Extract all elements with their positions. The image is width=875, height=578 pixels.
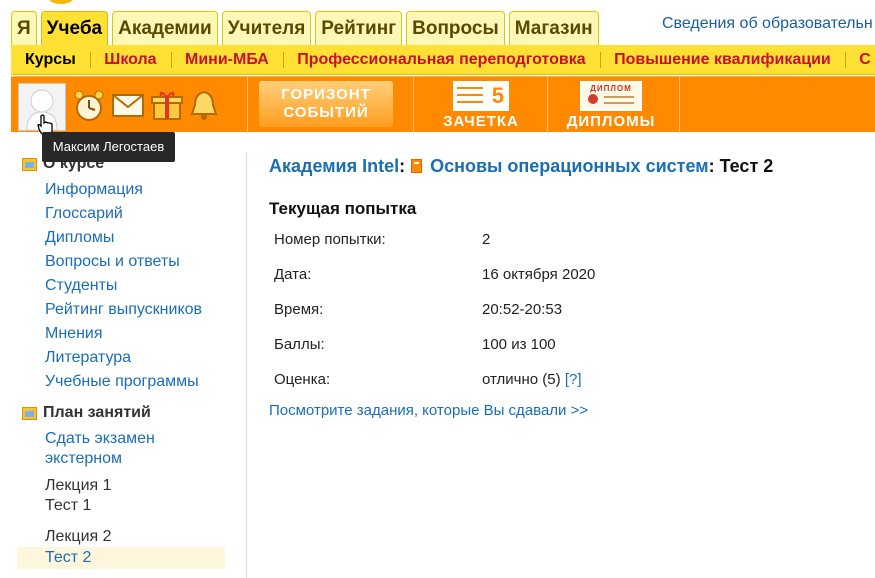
attempt-number-label: Номер попытки: bbox=[274, 231, 386, 248]
date-label: Дата: bbox=[274, 266, 312, 283]
sidebar-test-2-current[interactable]: Тест 2 bbox=[17, 547, 225, 569]
breadcrumb-current: Тест 2 bbox=[719, 156, 774, 176]
sidebar-lecture-1: Лекция 1 bbox=[45, 477, 112, 494]
subnav-more[interactable]: С bbox=[845, 45, 875, 74]
gift-icon[interactable] bbox=[151, 89, 183, 121]
breadcrumb-course[interactable]: Основы операционных систем bbox=[430, 156, 708, 176]
table-row: Время: 20:52-20:53 bbox=[269, 292, 600, 327]
user-toolbar: ГОРИЗОНТ СОБЫТИЙ 5 ЗАЧЕТКА ДИПЛОМ ДИПЛОМ… bbox=[11, 76, 875, 133]
score-label: Баллы: bbox=[274, 336, 325, 353]
tab-teachers[interactable]: Учителя bbox=[221, 11, 312, 45]
sidebar-link-diplomas[interactable]: Дипломы bbox=[45, 226, 227, 250]
grade-help-link[interactable]: [?] bbox=[565, 371, 582, 388]
sidebar-link-external-exam[interactable]: Сдать экзамен экстерном bbox=[45, 429, 195, 469]
top-tabs: Я Учеба Академии Учителя Рейтинг Вопросы… bbox=[11, 11, 603, 45]
envelope-icon[interactable] bbox=[111, 89, 145, 119]
diplomas-label: ДИПЛОМЫ bbox=[566, 113, 656, 130]
table-row: Баллы: 100 из 100 bbox=[269, 327, 600, 362]
subnav-mini-mba[interactable]: Мини-МБА bbox=[171, 45, 279, 74]
gradebook-icon: 5 bbox=[453, 81, 509, 111]
attempt-details-table: Номер попытки: 2 Дата: 16 октября 2020 В… bbox=[269, 222, 600, 397]
tab-questions[interactable]: Вопросы bbox=[406, 11, 505, 45]
subnav-qualification[interactable]: Повышение квалификации bbox=[600, 45, 841, 74]
tab-academies[interactable]: Академии bbox=[112, 11, 218, 45]
gradebook-banner[interactable]: 5 ЗАЧЕТКА bbox=[441, 81, 521, 131]
sub-navigation: Курсы Школа Мини-МБА Профессиональная пе… bbox=[11, 45, 875, 75]
sidebar-link-literature[interactable]: Литература bbox=[45, 346, 227, 370]
sidebar-link-information[interactable]: Информация bbox=[45, 178, 227, 202]
diploma-small-label: ДИПЛОМ bbox=[590, 84, 632, 93]
sidebar-lecture-2: Лекция 2 bbox=[45, 528, 112, 545]
sidebar-link-curricula[interactable]: Учебные программы bbox=[45, 370, 227, 394]
event-horizon-line2: СОБЫТИЙ bbox=[283, 104, 369, 121]
lesson-plan-heading: План занятий bbox=[17, 401, 227, 425]
time-label: Время: bbox=[274, 301, 324, 318]
toolbar-divider bbox=[679, 77, 680, 133]
toolbar-divider bbox=[547, 77, 548, 133]
sidebar-link-graduate-rating[interactable]: Рейтинг выпускников bbox=[45, 298, 227, 322]
sidebar-link-glossary[interactable]: Глоссарий bbox=[45, 202, 227, 226]
date-value: 16 октября 2020 bbox=[482, 266, 596, 283]
sidebar-link-opinions[interactable]: Мнения bbox=[45, 322, 227, 346]
column-divider bbox=[246, 152, 247, 578]
tab-rating[interactable]: Рейтинг bbox=[315, 11, 403, 45]
diplomas-banner[interactable]: ДИПЛОМ ДИПЛОМЫ bbox=[563, 81, 659, 131]
bell-icon[interactable] bbox=[189, 89, 219, 121]
breadcrumb-academy[interactable]: Академия Intel bbox=[269, 156, 399, 176]
attempt-heading: Текущая попытка bbox=[269, 199, 417, 218]
tab-ucheba[interactable]: Учеба bbox=[40, 11, 109, 45]
grade-cell: отлично (5) [?] bbox=[477, 362, 600, 397]
folder-icon bbox=[22, 406, 37, 420]
diploma-icon: ДИПЛОМ bbox=[580, 81, 642, 111]
toolbar-divider bbox=[247, 77, 248, 133]
attempt-number-value: 2 bbox=[482, 231, 491, 248]
user-name-tooltip: Максим Легостаев bbox=[42, 132, 175, 162]
time-value: 20:52-20:53 bbox=[482, 301, 563, 318]
logo bbox=[48, 0, 74, 4]
toolbar-divider bbox=[413, 77, 414, 133]
sidebar-test-1: Тест 1 bbox=[45, 497, 92, 514]
breadcrumb: Академия Intel: Основы операционных систе… bbox=[269, 156, 774, 176]
book-icon bbox=[411, 159, 423, 173]
education-info-link[interactable]: Сведения об образовательн bbox=[662, 15, 873, 33]
sidebar-link-faq[interactable]: Вопросы и ответы bbox=[45, 250, 227, 274]
tab-shop[interactable]: Магазин bbox=[508, 11, 599, 45]
tab-ya[interactable]: Я bbox=[11, 11, 37, 45]
event-horizon-line1: ГОРИЗОНТ bbox=[281, 86, 371, 103]
view-submitted-tasks-link[interactable]: Посмотрите задания, которые Вы сдавали >… bbox=[269, 402, 588, 419]
event-horizon-banner[interactable]: ГОРИЗОНТ СОБЫТИЙ bbox=[259, 81, 393, 127]
gradebook-number: 5 bbox=[491, 83, 505, 108]
subnav-retraining[interactable]: Профессиональная переподготовка bbox=[283, 45, 595, 74]
gradebook-label: ЗАЧЕТКА bbox=[443, 113, 519, 130]
grade-value: отлично (5) bbox=[482, 371, 561, 388]
table-row: Номер попытки: 2 bbox=[269, 222, 600, 257]
course-sidebar: О курсе Информация Глоссарий Дипломы Воп… bbox=[17, 152, 227, 569]
grade-label: Оценка: bbox=[274, 371, 331, 388]
table-row: Оценка: отлично (5) [?] bbox=[269, 362, 600, 397]
subnav-courses[interactable]: Курсы bbox=[11, 45, 86, 74]
lesson-plan-title: План занятий bbox=[43, 404, 151, 421]
alarm-clock-icon[interactable] bbox=[73, 89, 105, 123]
folder-icon bbox=[22, 157, 37, 171]
subnav-school[interactable]: Школа bbox=[90, 45, 166, 74]
score-value: 100 из 100 bbox=[482, 336, 556, 353]
table-row: Дата: 16 октября 2020 bbox=[269, 257, 600, 292]
sidebar-link-students[interactable]: Студенты bbox=[45, 274, 227, 298]
